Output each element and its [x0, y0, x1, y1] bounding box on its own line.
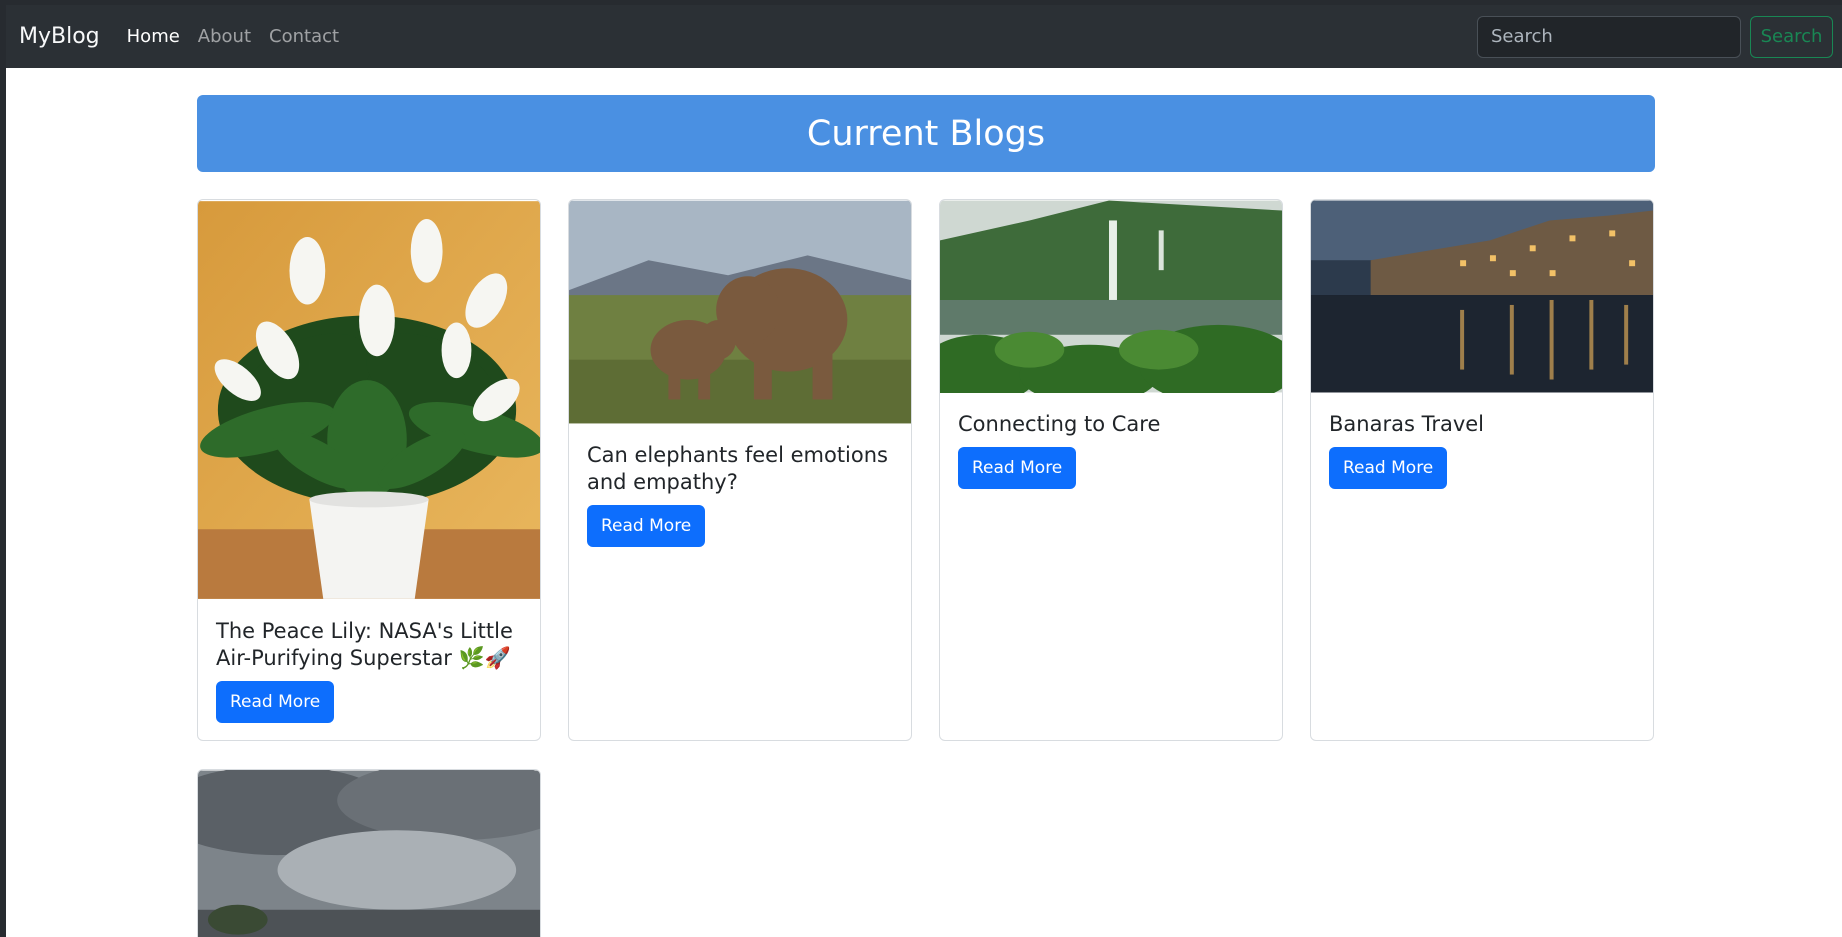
nav-link-home[interactable]: Home	[127, 26, 180, 47]
nav-link-contact[interactable]: Contact	[269, 26, 339, 47]
waterfall-image	[940, 200, 1282, 393]
card-title: Banaras Travel	[1329, 412, 1484, 436]
page-title: Current Blogs	[806, 113, 1046, 154]
card-body: Can elephants feel emotions and empathy?…	[569, 424, 911, 565]
blog-card: Can elephants feel emotions and empathy?…	[568, 199, 912, 741]
read-more-button[interactable]: Read More	[587, 505, 706, 547]
search-input[interactable]	[1477, 15, 1741, 58]
card-body: The Peace Lily: NASA's Little Air-Purify…	[198, 600, 540, 740]
card-title: Can elephants feel emotions and empathy?	[587, 443, 888, 494]
card-body: Banaras Travel Read More	[1311, 393, 1653, 507]
search-form: Search	[1477, 15, 1833, 58]
banaras-image	[1311, 200, 1653, 393]
search-button[interactable]: Search	[1750, 15, 1833, 58]
card-body: Connecting to Care Read More	[940, 393, 1282, 507]
nav-link-about[interactable]: About	[198, 26, 251, 47]
card-title: Connecting to Care	[958, 412, 1161, 436]
peace-lily-image	[198, 201, 540, 599]
read-more-button[interactable]: Read More	[1329, 447, 1448, 489]
stormy-clouds-image	[198, 770, 540, 937]
elephants-image	[569, 200, 911, 424]
read-more-button[interactable]: Read More	[216, 681, 335, 723]
blog-card: Banaras Travel Read More	[1310, 199, 1654, 741]
blog-card: The Peace Lily: NASA's Little Air-Purify…	[197, 199, 541, 741]
page-title-banner: Current Blogs	[197, 95, 1655, 172]
brand-logo[interactable]: MyBlog	[19, 24, 100, 49]
window-left-edge	[0, 0, 6, 937]
read-more-button[interactable]: Read More	[958, 447, 1077, 489]
blog-card	[197, 769, 541, 937]
blog-card: Connecting to Care Read More	[939, 199, 1283, 741]
card-title: The Peace Lily: NASA's Little Air-Purify…	[216, 619, 513, 670]
top-navbar: MyBlog Home About Contact Search	[6, 5, 1842, 68]
